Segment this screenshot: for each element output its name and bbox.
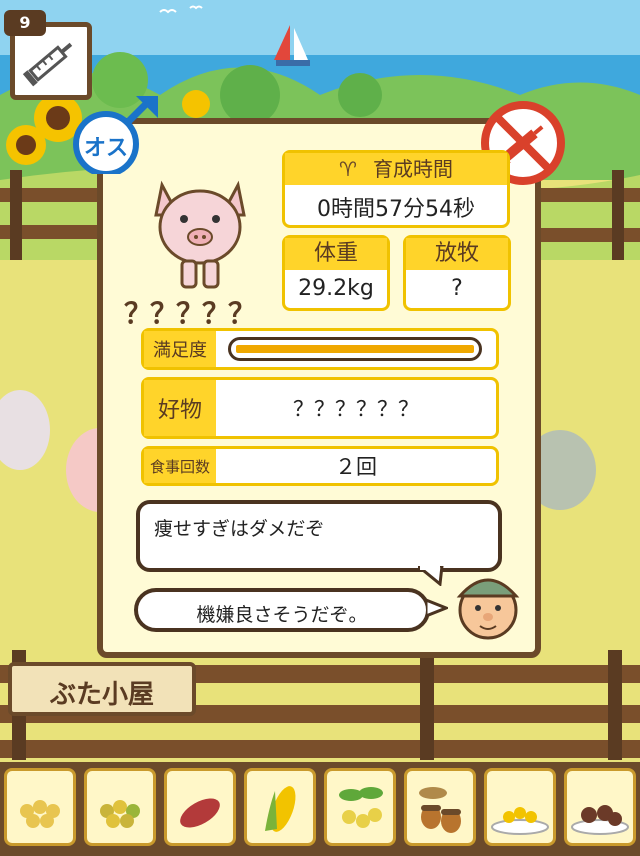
meatball-plate-icon	[571, 805, 629, 835]
meals-label: 食事回数	[144, 449, 216, 483]
growth-time-label: 育成時間	[372, 157, 453, 181]
food-slot-grain[interactable]	[4, 768, 76, 846]
release-box: 放牧 ?	[403, 235, 511, 311]
pig-portrait	[154, 180, 246, 289]
speech-bubble-2-text: 機嫌良さそうだぞ。	[196, 604, 368, 626]
growth-sprout-icon: ♈	[339, 157, 357, 181]
gender-label: オス	[83, 136, 128, 161]
syringe-icon	[22, 42, 73, 87]
male-gender-badge: オス	[70, 96, 158, 180]
release-label: 放牧	[406, 238, 508, 270]
growth-time-box: ♈ 育成時間 0時間57分54秒	[282, 150, 510, 228]
meals-value: ２回	[335, 455, 377, 479]
speech-bubble-1-text: 痩せすぎはダメだぞ	[154, 518, 325, 540]
corn-cob-icon	[265, 786, 296, 832]
syringe-count-badge: 9	[4, 10, 46, 36]
pig-hut-sign: ぶた小屋	[8, 662, 196, 716]
acorn-icon	[419, 787, 461, 833]
growth-time-header: ♈ 育成時間	[285, 153, 507, 185]
satisfaction-bar-fill	[236, 345, 474, 353]
favorite-value: ？？？？？？	[293, 397, 419, 421]
speech-bubble-2-tail	[426, 598, 448, 618]
satisfaction-row: 満足度	[141, 328, 499, 370]
speech-bubble-1-tail	[418, 566, 444, 586]
food-slot-soybean[interactable]	[324, 768, 396, 846]
sweet-potato-icon	[180, 798, 220, 828]
weight-box: 体重 29.2kg	[282, 235, 390, 311]
corn-plate-icon	[491, 807, 549, 835]
pig-name: ？？？？？	[124, 297, 256, 330]
meals-row: 食事回数 ２回	[141, 446, 499, 486]
food-slot-corn-kernels[interactable]	[84, 768, 156, 846]
favorite-label: 好物	[144, 380, 216, 436]
food-slot-sweet-potato[interactable]	[164, 768, 236, 846]
speech-bubble-2: 機嫌良さそうだぞ。	[134, 588, 430, 632]
corn-kernels-icon	[100, 800, 140, 828]
farmer-avatar	[456, 578, 520, 640]
food-slot-corn-cob[interactable]	[244, 768, 316, 846]
food-slot-acorn[interactable]	[404, 768, 476, 846]
growth-time-value: 0時間57分54秒	[317, 197, 475, 222]
release-value: ?	[451, 276, 463, 301]
food-slot-meatball-plate[interactable]	[564, 768, 636, 846]
satisfaction-bar	[228, 337, 482, 361]
weight-label: 体重	[285, 238, 387, 270]
satisfaction-label: 満足度	[144, 331, 216, 367]
food-bar	[0, 762, 640, 856]
soybean-icon	[339, 787, 383, 828]
food-slot-corn-plate[interactable]	[484, 768, 556, 846]
favorite-row: 好物 ？？？？？？	[141, 377, 499, 439]
grain-icon	[20, 800, 60, 828]
pig-hut-sign-text: ぶた小屋	[49, 680, 154, 710]
weight-value: 29.2kg	[298, 276, 374, 301]
